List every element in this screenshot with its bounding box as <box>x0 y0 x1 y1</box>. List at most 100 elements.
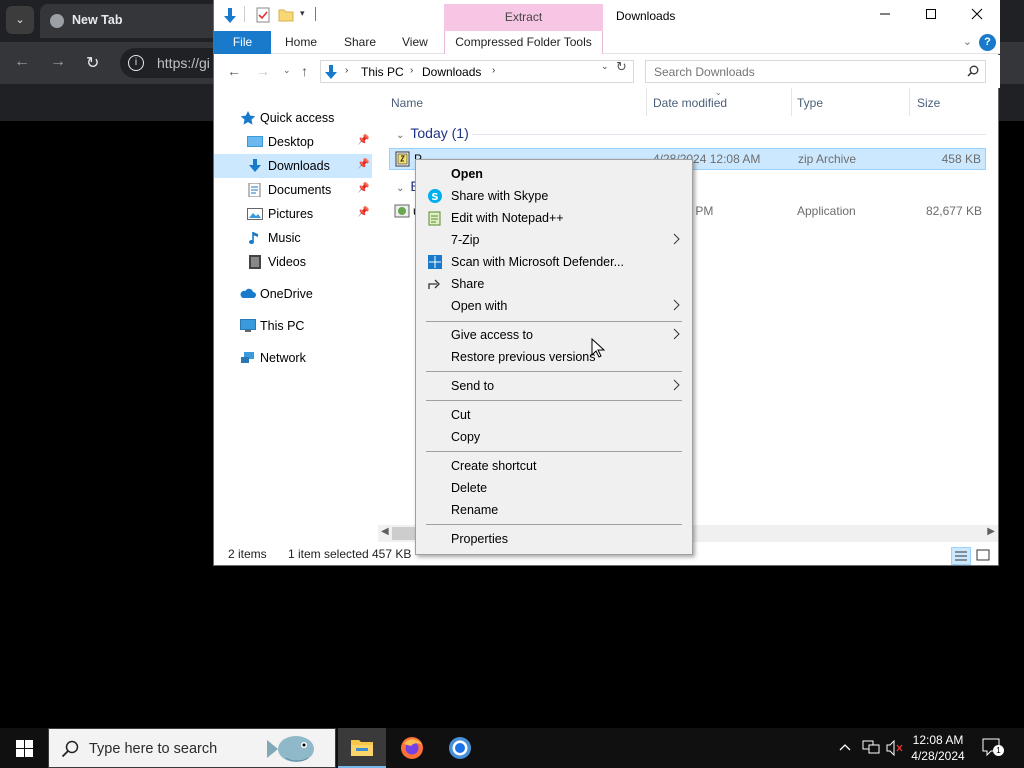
menu-item-cut[interactable]: Cut <box>418 404 690 426</box>
tab-view[interactable]: View <box>402 31 428 54</box>
pin-icon[interactable]: 📌 <box>357 159 369 170</box>
breadcrumb-downloads[interactable]: Downloads <box>422 65 481 79</box>
chrome-tab-title: New Tab <box>72 13 123 27</box>
menu-item-restore-previous-versions[interactable]: Restore previous versions <box>418 346 690 368</box>
breadcrumb-this-pc[interactable]: This PC <box>361 65 404 79</box>
nav-downloads[interactable]: Downloads 📌 <box>214 154 372 178</box>
status-selection: 1 item selected <box>288 547 369 561</box>
menu-label: Cut <box>451 408 471 422</box>
nav-quick-access[interactable]: Quick access <box>214 106 372 130</box>
group-header-today[interactable]: ⌄ Today (1) <box>396 125 469 141</box>
nav-this-pc[interactable]: This PC <box>214 314 372 338</box>
ribbon-expand-icon[interactable]: ⌄ <box>963 35 972 48</box>
nav-videos[interactable]: Videos <box>214 250 372 274</box>
scroll-left-icon[interactable]: ◀ <box>381 526 389 537</box>
menu-separator <box>426 400 682 401</box>
qat-customize-icon[interactable]: ▾ <box>300 8 305 19</box>
menu-separator <box>426 451 682 452</box>
tab-share[interactable]: Share <box>344 31 376 54</box>
up-icon[interactable]: ↑ <box>301 63 308 79</box>
defender-shield-icon <box>427 254 443 270</box>
start-button[interactable] <box>0 728 48 768</box>
tab-home[interactable]: Home <box>285 31 317 54</box>
scroll-right-icon[interactable]: ▶ <box>987 526 995 537</box>
site-info-icon[interactable]: i <box>128 55 144 71</box>
recent-locations-icon[interactable]: ⌄ <box>283 65 291 76</box>
properties-check-icon[interactable] <box>256 7 270 26</box>
close-icon[interactable] <box>954 0 1000 31</box>
tab-search-button[interactable]: ⌄ <box>6 6 34 34</box>
column-header-name[interactable]: Name <box>391 96 423 110</box>
clock-date: 4/28/2024 <box>911 749 965 763</box>
menu-item-properties[interactable]: Properties <box>418 528 690 550</box>
search-input[interactable] <box>646 61 956 82</box>
nav-documents[interactable]: Documents 📌 <box>214 178 372 202</box>
network-status-icon[interactable] <box>862 740 880 759</box>
menu-item-rename[interactable]: Rename <box>418 499 690 521</box>
column-separator[interactable] <box>791 88 792 116</box>
nav-pictures[interactable]: Pictures 📌 <box>214 202 372 226</box>
refresh-icon[interactable]: ↻ <box>616 59 627 75</box>
menu-label: Copy <box>451 430 481 444</box>
large-icons-view-icon[interactable] <box>974 547 994 565</box>
system-clock[interactable]: 12:08 AM 4/28/2024 <box>898 732 978 764</box>
nav-desktop[interactable]: Desktop 📌 <box>214 130 372 154</box>
taskbar-chrome[interactable] <box>436 728 484 768</box>
nav-music[interactable]: Music <box>214 226 372 250</box>
column-header-type[interactable]: Type <box>797 96 823 110</box>
status-item-count: 2 items <box>228 547 267 561</box>
menu-item-share[interactable]: Share <box>418 273 690 295</box>
search-box[interactable] <box>645 60 986 83</box>
breadcrumb-chevron-icon[interactable]: › <box>492 65 495 76</box>
details-view-icon[interactable] <box>951 547 971 565</box>
chrome-tab[interactable]: New Tab <box>40 4 240 38</box>
menu-item-edit-with-notepad[interactable]: Edit with Notepad++ <box>418 207 690 229</box>
nav-network[interactable]: Network <box>214 346 372 370</box>
taskbar-firefox[interactable] <box>388 728 436 768</box>
forward-arrow-icon[interactable]: → <box>50 53 66 71</box>
back-arrow-icon[interactable]: ← <box>14 53 30 71</box>
nav-onedrive[interactable]: OneDrive <box>214 282 372 306</box>
breadcrumb-chevron-icon[interactable]: › <box>345 65 348 76</box>
menu-item-7zip[interactable]: 7-Zip <box>418 229 690 251</box>
menu-item-copy[interactable]: Copy <box>418 426 690 448</box>
maximize-icon[interactable] <box>908 0 954 31</box>
address-bar[interactable]: › This PC › Downloads › <box>320 60 634 83</box>
column-header-size[interactable]: Size <box>917 96 940 110</box>
taskbar: Type here to search 12:08 AM 4/28/2024 1 <box>0 728 1024 768</box>
file-size: 82,677 KB <box>925 204 982 218</box>
pin-icon[interactable]: 📌 <box>357 183 369 194</box>
menu-item-open-with[interactable]: Open with <box>418 295 690 317</box>
pin-icon[interactable]: 📌 <box>357 135 369 146</box>
pin-icon[interactable]: 📌 <box>357 207 369 218</box>
tab-compressed-folder-tools[interactable]: Compressed Folder Tools <box>444 31 603 54</box>
taskbar-file-explorer[interactable] <box>338 728 386 768</box>
tab-file[interactable]: File <box>214 31 271 54</box>
menu-item-create-shortcut[interactable]: Create shortcut <box>418 455 690 477</box>
nav-label: Downloads <box>268 159 330 173</box>
menu-item-give-access-to[interactable]: Give access to <box>418 324 690 346</box>
address-dropdown-icon[interactable]: ⌄ <box>601 61 609 72</box>
column-separator[interactable] <box>646 88 647 116</box>
reload-icon[interactable]: ↻ <box>86 53 99 73</box>
notification-center-icon[interactable]: 1 <box>982 738 1004 757</box>
column-header-date-modified[interactable]: Date modified <box>653 96 727 110</box>
menu-item-share-with-skype[interactable]: S Share with Skype <box>418 185 690 207</box>
minimize-icon[interactable] <box>862 0 908 31</box>
menu-label: 7-Zip <box>451 233 480 247</box>
breadcrumb-chevron-icon[interactable]: › <box>410 65 413 76</box>
search-icon <box>61 740 79 758</box>
column-separator[interactable] <box>909 88 910 116</box>
show-hidden-icons-chevron-icon[interactable] <box>838 740 852 757</box>
menu-item-scan-defender[interactable]: Scan with Microsoft Defender... <box>418 251 690 273</box>
menu-item-open[interactable]: Open <box>418 163 690 185</box>
extract-contextual-tab[interactable]: Extract <box>444 4 603 31</box>
menu-label: Rename <box>451 503 499 517</box>
menu-item-delete[interactable]: Delete <box>418 477 690 499</box>
new-folder-icon[interactable] <box>278 7 294 26</box>
menu-item-send-to[interactable]: Send to <box>418 375 690 397</box>
back-icon[interactable]: ← <box>227 63 241 79</box>
help-icon[interactable]: ? <box>979 34 996 51</box>
forward-icon[interactable]: → <box>256 63 270 79</box>
search-icon[interactable] <box>967 65 979 77</box>
